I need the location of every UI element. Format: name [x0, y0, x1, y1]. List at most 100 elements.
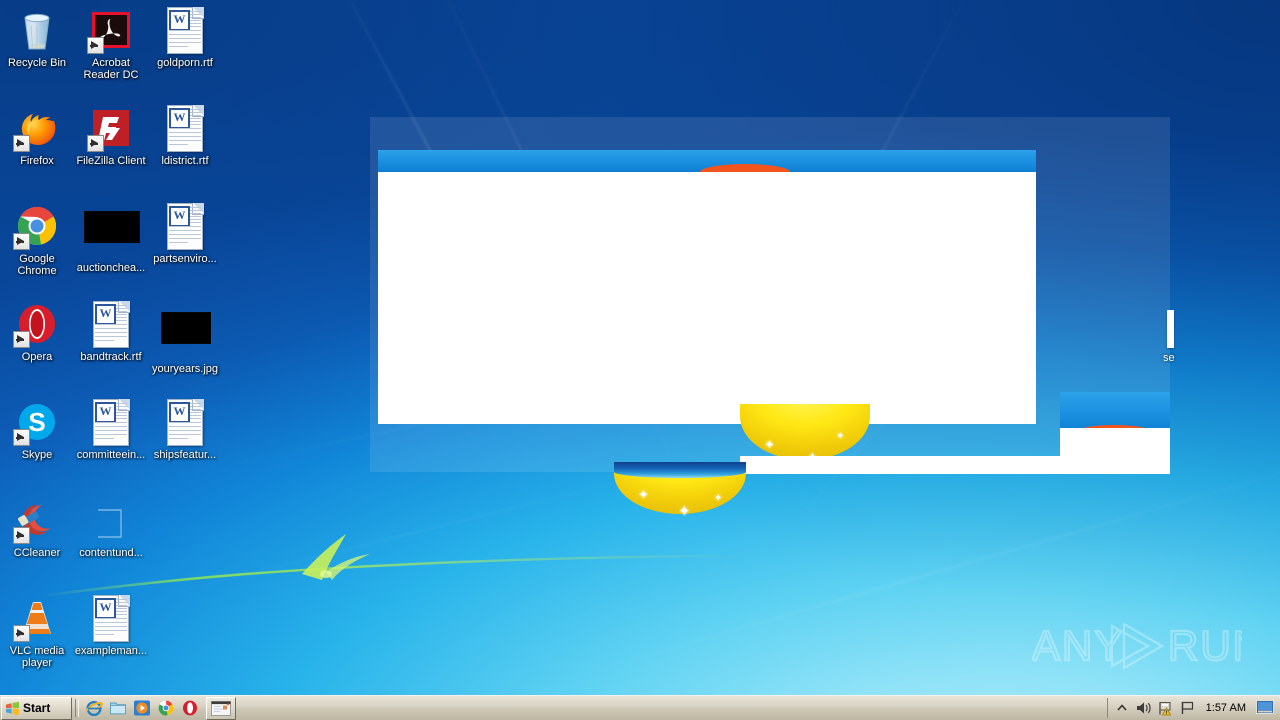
- desktop-icon-firefox[interactable]: Firefox: [0, 104, 74, 167]
- desktop-screen: Recycle Bin Acrobat Reader DC W goldporn…: [0, 0, 1280, 720]
- volume-speaker-icon[interactable]: [1136, 700, 1152, 716]
- rtf-document-icon: W: [161, 104, 209, 152]
- desktop-icon-exampleman[interactable]: W exampleman...: [74, 594, 148, 657]
- black-thumbnail-icon: [84, 211, 140, 259]
- recycle-bin-icon: [13, 6, 61, 54]
- desktop-icon-label: FileZilla Client: [76, 155, 146, 167]
- start-button-label: Start: [23, 701, 51, 715]
- quick-launch-chrome[interactable]: [155, 698, 177, 719]
- sparkle-icon: ✦: [678, 503, 691, 520]
- rtf-document-icon: W: [87, 300, 135, 348]
- rtf-document-icon: W: [161, 202, 209, 250]
- desktop-icon-skype[interactable]: S Skype: [0, 398, 74, 461]
- taskbar-clock[interactable]: 1:57 AM: [1202, 702, 1250, 714]
- start-button[interactable]: Start: [1, 696, 72, 720]
- desktop-icon-label: Google Chrome: [17, 253, 57, 277]
- skype-icon: S: [13, 398, 61, 446]
- media-player-icon: [134, 700, 150, 716]
- desktop-icon-youryears-jpg[interactable]: youryears.jpg: [148, 300, 222, 375]
- sparkle-icon: ✦: [638, 487, 649, 502]
- blank-window-strip-right: [1060, 428, 1170, 474]
- desktop-icon-grid: Recycle Bin Acrobat Reader DC W goldporn…: [0, 0, 230, 690]
- desktop-icon-filezilla-client[interactable]: FileZilla Client: [74, 104, 148, 167]
- sparkle-icon: ✦: [836, 431, 845, 442]
- rtf-document-icon: W: [87, 594, 135, 642]
- desktop-icon-opera[interactable]: Opera: [0, 300, 74, 363]
- desktop-icon-label: CCleaner: [13, 547, 61, 559]
- chrome-icon: [13, 202, 61, 250]
- internet-explorer-icon: [85, 700, 103, 717]
- rtf-document-icon: W: [161, 398, 209, 446]
- desktop-icon-label: youryears.jpg: [151, 363, 219, 375]
- quick-launch-windows-explorer[interactable]: [107, 698, 129, 719]
- opera-icon: [13, 300, 61, 348]
- desktop-icon-label: Recycle Bin: [7, 57, 67, 69]
- desktop-icon-label: shipsfeatur...: [153, 449, 217, 461]
- desktop-icon-bandtrack-rtf[interactable]: W bandtrack.rtf: [74, 300, 148, 363]
- document-window-icon: [211, 700, 231, 716]
- chrome-icon: [158, 700, 174, 716]
- desktop-icon-label: exampleman...: [74, 645, 148, 657]
- shortcut-arrow-icon: [13, 527, 30, 544]
- taskbar: Start 1:57 AM: [0, 695, 1280, 720]
- desktop-icon-label: Firefox: [20, 155, 54, 167]
- network-flag-icon[interactable]: [1180, 700, 1196, 716]
- taskbar-button-document-window[interactable]: [206, 696, 236, 720]
- window-fragment-label: se: [1163, 352, 1175, 364]
- desktop-icon-ldistrict-rtf[interactable]: W ldistrict.rtf: [148, 104, 222, 167]
- desktop-icon-label: contentund...: [79, 547, 143, 559]
- folder-icon: [110, 702, 126, 715]
- blank-window-canvas[interactable]: [378, 172, 1036, 424]
- shortcut-arrow-icon: [13, 429, 30, 446]
- shortcut-arrow-icon: [13, 135, 30, 152]
- watermark-text-left: ANY: [1032, 622, 1124, 669]
- desktop-icon-label: Opera: [21, 351, 53, 363]
- firefox-icon: [13, 104, 61, 152]
- quick-launch-internet-explorer[interactable]: [83, 698, 105, 719]
- desktop-icon-label: goldporn.rtf: [157, 57, 213, 69]
- black-thumbnail-icon: [161, 312, 211, 360]
- watermark-text-right: RUN: [1168, 622, 1242, 669]
- desktop-icon-auctionchea[interactable]: auctionchea...: [74, 202, 148, 274]
- quick-launch-bar: [82, 697, 202, 719]
- window-fragment-icon: [1167, 310, 1174, 348]
- desktop-icon-recycle-bin[interactable]: Recycle Bin: [0, 6, 74, 69]
- desktop-icon-label: partsenviro...: [153, 253, 217, 265]
- blank-document-icon: [87, 496, 135, 544]
- desktop-icon-partsenviro[interactable]: W partsenviro...: [148, 202, 222, 265]
- quick-launch-opera[interactable]: [179, 698, 201, 719]
- desktop-icon-vlc-media-player[interactable]: VLC media player: [0, 594, 74, 669]
- shortcut-arrow-icon: [87, 37, 104, 54]
- anyrun-watermark: ANY RUN: [1032, 618, 1242, 674]
- action-center-flag-icon[interactable]: [1158, 700, 1174, 716]
- quick-launch-media-player[interactable]: [131, 698, 153, 719]
- desktop-icon-goldporn-rtf[interactable]: W goldporn.rtf: [148, 6, 222, 69]
- vlc-cone-icon: [13, 594, 61, 642]
- svg-text:S: S: [28, 407, 45, 437]
- desktop-icon-label: ldistrict.rtf: [161, 155, 209, 167]
- desktop-icon-contentund[interactable]: contentund...: [74, 496, 148, 559]
- rtf-document-icon: W: [161, 6, 209, 54]
- desktop-icon-label: Acrobat Reader DC: [83, 57, 139, 81]
- sparkle-icon: ✦: [764, 437, 775, 452]
- sparkle-icon: ✦: [714, 493, 723, 504]
- desktop-icon-label: Skype: [21, 449, 53, 461]
- window-fragment-sky: [378, 150, 1036, 172]
- show-desktop-button[interactable]: [1256, 700, 1274, 716]
- desktop-icon-acrobat-reader-dc[interactable]: Acrobat Reader DC: [74, 6, 148, 81]
- desktop-icon-committeein[interactable]: W committeein...: [74, 398, 148, 461]
- filezilla-icon: [87, 104, 135, 152]
- window-fragment-grass: [740, 404, 870, 460]
- desktop-icon-shipsfeatur[interactable]: W shipsfeatur...: [148, 398, 222, 461]
- acrobat-icon: [87, 6, 135, 54]
- shortcut-arrow-icon: [13, 233, 30, 250]
- desktop-icon-label: bandtrack.rtf: [80, 351, 142, 363]
- opera-icon: [183, 700, 197, 716]
- desktop-icon-ccleaner[interactable]: CCleaner: [0, 496, 74, 559]
- show-hidden-icons-icon[interactable]: [1114, 700, 1130, 716]
- window-fragment-orange-ellipse: [700, 164, 790, 172]
- windows-logo-icon: [5, 701, 20, 716]
- desktop-icon-google-chrome[interactable]: Google Chrome: [0, 202, 74, 277]
- desktop-icon-label: VLC media player: [9, 645, 65, 669]
- rtf-document-icon: W: [87, 398, 135, 446]
